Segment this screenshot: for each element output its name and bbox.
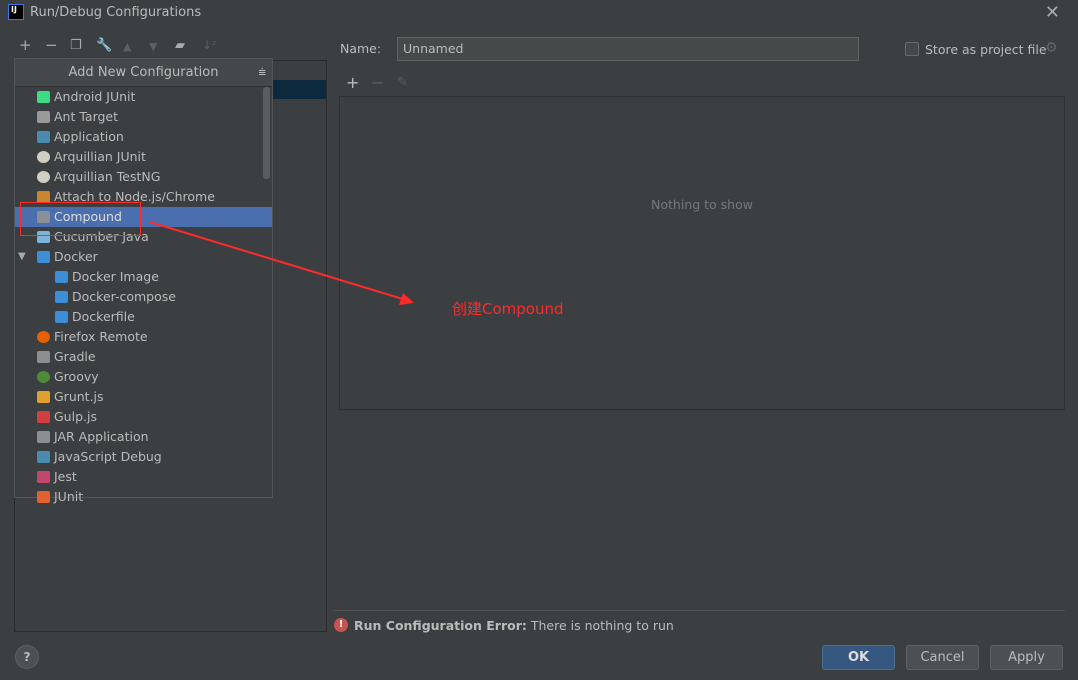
annotation-arrow	[149, 221, 414, 305]
annotation-text: 创建Compound	[452, 300, 564, 318]
